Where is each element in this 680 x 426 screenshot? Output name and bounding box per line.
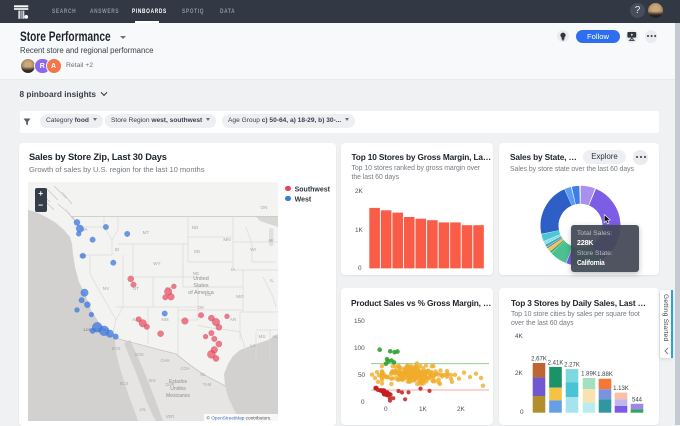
svg-text:IL: IL (270, 278, 274, 283)
svg-text:COA: COA (180, 366, 189, 371)
svg-text:United: United (193, 276, 209, 282)
svg-text:SON: SON (134, 352, 143, 357)
svg-text:JAL: JAL (139, 407, 147, 412)
svg-text:Estados: Estados (169, 379, 188, 385)
svg-text:of America: of America (188, 290, 213, 296)
svg-text:CHH: CHH (160, 358, 169, 363)
svg-text:1.89K: 1.89K (581, 372, 597, 378)
svg-text:OK: OK (198, 305, 206, 310)
svg-text:MI: MI (268, 238, 273, 243)
svg-text:AR: AR (230, 317, 237, 322)
svg-text:MO: MO (236, 294, 244, 299)
svg-text:2.67K: 2.67K (531, 357, 547, 363)
svg-text:TAM: TAM (203, 382, 212, 387)
svg-text:1.13K: 1.13K (613, 386, 629, 392)
svg-text:MS: MS (259, 334, 266, 339)
svg-text:NM: NM (161, 317, 168, 322)
svg-text:ON: ON (261, 205, 268, 210)
svg-text:MN: MN (223, 237, 230, 242)
svg-text:544: 544 (632, 397, 643, 403)
svg-text:Unidos: Unidos (170, 386, 186, 392)
svg-text:SD: SD (194, 249, 201, 254)
svg-text:SIN: SIN (149, 378, 156, 383)
svg-text:NL: NL (200, 372, 206, 377)
svg-text:1.88K: 1.88K (597, 372, 613, 378)
svg-text:LA: LA (250, 343, 257, 348)
svg-text:BCS: BCS (120, 381, 129, 386)
svg-text:ND: ND (192, 225, 199, 230)
svg-text:BCN: BCN (112, 346, 121, 351)
svg-text:WY: WY (153, 261, 160, 266)
svg-text:AL: AL (272, 334, 278, 339)
svg-text:Mexicanos: Mexicanos (166, 393, 190, 399)
svg-text:© OpenStreetMap contributors.: © OpenStreetMap contributors. (207, 414, 272, 420)
svg-text:VER: VER (166, 414, 175, 419)
svg-text:NV: NV (103, 286, 110, 291)
svg-text:2.41K: 2.41K (548, 360, 564, 366)
svg-text:States: States (193, 283, 209, 289)
svg-text:2.27K: 2.27K (564, 363, 580, 369)
svg-text:WI: WI (250, 247, 256, 252)
svg-text:ID: ID (115, 247, 120, 252)
svg-text:MT: MT (143, 230, 150, 235)
